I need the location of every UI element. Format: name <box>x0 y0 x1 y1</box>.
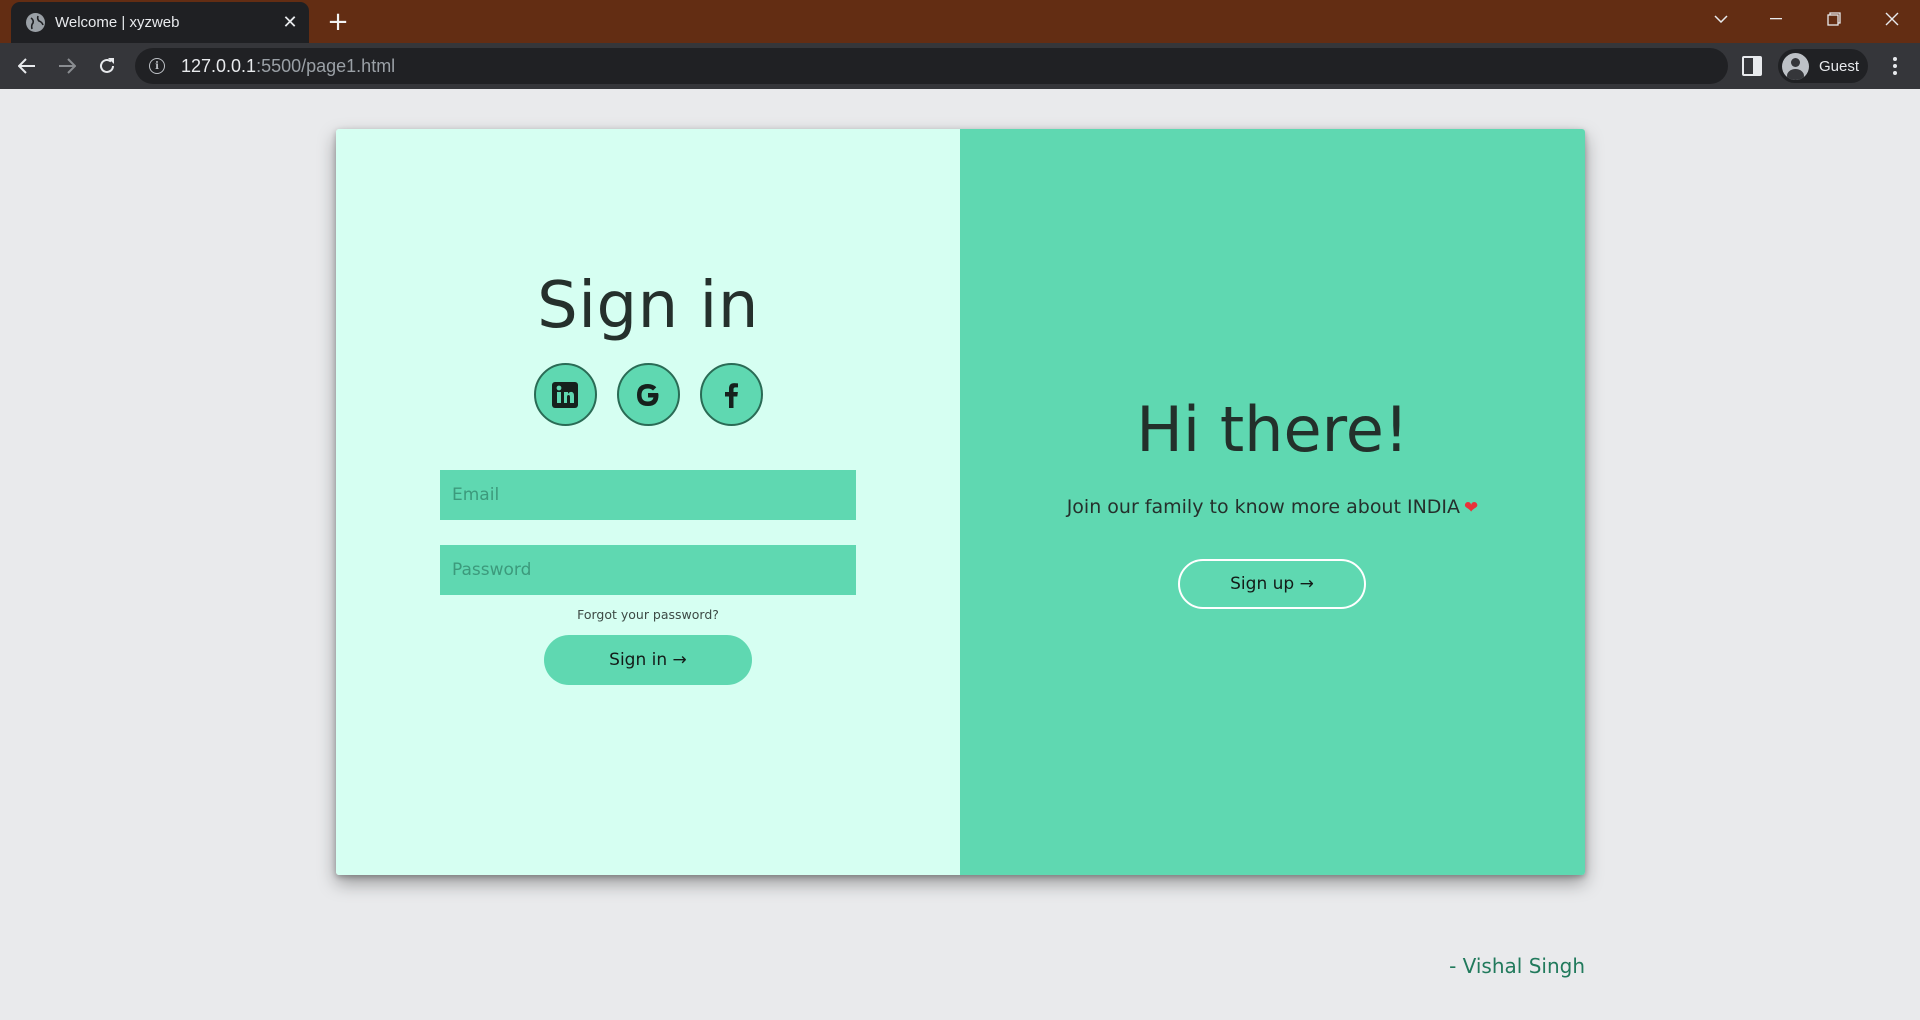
welcome-title: Hi there! <box>1136 393 1409 466</box>
linkedin-icon[interactable] <box>533 363 597 426</box>
tab-search-chevron-icon[interactable] <box>1695 0 1747 38</box>
more-menu-icon[interactable] <box>1880 49 1910 83</box>
forgot-password-link[interactable]: Forgot your password? <box>336 607 960 622</box>
tab-title: Welcome | xyzweb <box>55 14 180 31</box>
signup-button[interactable]: Sign up → <box>1178 559 1366 609</box>
globe-icon <box>26 13 45 32</box>
new-tab-button[interactable]: + <box>322 6 354 38</box>
google-icon[interactable] <box>616 363 680 426</box>
password-field[interactable] <box>440 545 856 595</box>
facebook-icon[interactable] <box>699 363 763 426</box>
browser-tab-active[interactable]: Welcome | xyzweb ✕ <box>11 2 309 43</box>
author-credit: - Vishal Singh <box>1449 954 1585 978</box>
reload-icon[interactable] <box>90 49 124 83</box>
profile-button[interactable]: Guest <box>1778 49 1868 83</box>
auth-card: Sign in Forgot your password? Sign in → … <box>336 129 1585 875</box>
forward-arrow-icon[interactable] <box>50 49 84 83</box>
back-arrow-icon[interactable] <box>10 49 44 83</box>
signin-panel: Sign in Forgot your password? Sign in → <box>336 129 960 875</box>
browser-toolbar: i 127.0.0.1:5500/page1.html Guest <box>0 43 1920 89</box>
signin-title: Sign in <box>537 269 759 343</box>
close-window-icon[interactable] <box>1866 0 1918 38</box>
signin-button[interactable]: Sign in → <box>544 635 752 685</box>
welcome-subtitle-text: Join our family to know more about INDIA <box>1066 496 1461 518</box>
browser-tab-strip: Welcome | xyzweb ✕ + <box>0 0 1920 43</box>
side-panel-icon[interactable] <box>1742 56 1762 76</box>
restore-icon[interactable] <box>1808 0 1860 38</box>
profile-name: Guest <box>1819 57 1860 75</box>
heart-icon: ❤ <box>1464 498 1479 518</box>
url-text: 127.0.0.1:5500/page1.html <box>181 55 396 76</box>
welcome-subtitle: Join our family to know more about INDIA… <box>960 496 1585 518</box>
avatar-icon <box>1782 52 1809 80</box>
social-login-row <box>336 363 960 426</box>
welcome-panel: Hi there! Join our family to know more a… <box>960 129 1585 875</box>
minimize-icon[interactable] <box>1750 0 1802 38</box>
site-info-icon[interactable]: i <box>149 58 165 74</box>
tab-close-icon[interactable]: ✕ <box>277 10 303 36</box>
address-bar[interactable]: i 127.0.0.1:5500/page1.html <box>135 48 1728 84</box>
email-field[interactable] <box>440 470 856 520</box>
